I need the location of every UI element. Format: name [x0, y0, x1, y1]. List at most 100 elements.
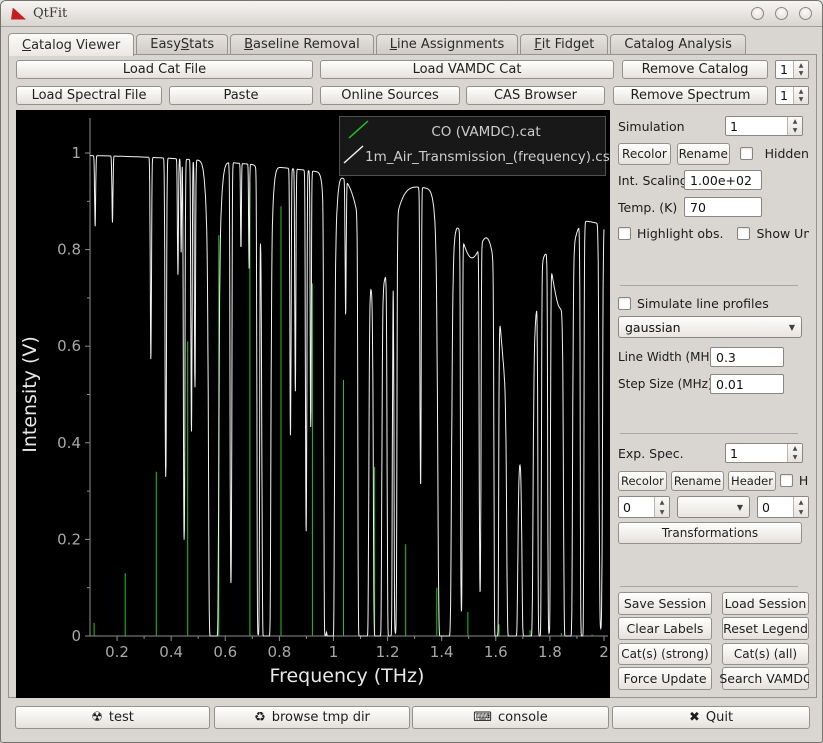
spin-down-button[interactable]: ▼ — [788, 453, 802, 462]
spin-down-button[interactable]: ▼ — [794, 70, 808, 79]
simulate-line-profiles-checkbox[interactable] — [618, 296, 631, 310]
titlebar[interactable]: QtFit — [1, 1, 822, 27]
browse-tmp-dir-button[interactable]: ♻ browse tmp dir — [214, 706, 410, 729]
svg-text:0: 0 — [71, 627, 81, 645]
save-session-button[interactable]: Save Session — [618, 592, 712, 615]
spin-down-button[interactable]: ▼ — [788, 126, 802, 135]
legend-co-label: CO (VAMDC).cat — [431, 124, 540, 140]
close-x-icon: ✖ — [688, 710, 700, 725]
tab-baseline-removal[interactable]: Baseline Removal — [230, 34, 374, 54]
cas-browser-button[interactable]: CAS Browser — [466, 86, 605, 105]
profile-type-dropdown[interactable]: gaussian ▼ — [618, 316, 802, 338]
spin-up-button[interactable]: ▲ — [794, 87, 808, 96]
simulation-panel: Simulation 1 ▲ ▼ Recolor Rename Hidden I… — [618, 110, 809, 698]
tab-catalog-analysis[interactable]: Catalog Analysis — [610, 34, 746, 54]
search-vamdc-button[interactable]: Search VAMDC — [719, 667, 809, 690]
hidden-spectrum-label: Hidden — [798, 473, 809, 488]
hidden-simulation-label: Hidden — [764, 146, 809, 161]
shift-spinner[interactable]: 0 ▲ ▼ — [618, 496, 670, 518]
spinner-value: 1 — [730, 445, 738, 461]
test-button-label: test — [108, 710, 134, 725]
recolor-spectrum-button[interactable]: Recolor — [618, 470, 667, 491]
hidden-spectrum-checkbox[interactable] — [779, 474, 793, 487]
paste-button[interactable]: Paste — [169, 86, 313, 105]
close-button[interactable] — [799, 7, 812, 20]
temperature-field[interactable]: 70 — [684, 197, 762, 217]
remove-spectrum-count-spinner[interactable]: 1 ▲ ▼ — [775, 86, 809, 105]
highlight-obs-checkbox[interactable] — [618, 226, 631, 240]
profile-type-row: gaussian ▼ — [618, 316, 809, 338]
tab-fit-fidget[interactable]: Fit Fidget — [520, 34, 609, 54]
spin-down-button[interactable]: ▼ — [794, 507, 808, 517]
show-unc-checkbox[interactable] — [737, 226, 751, 240]
exp-spec-index-spinner[interactable]: 1 ▲ ▼ — [725, 443, 803, 463]
console-button-label: console — [498, 710, 548, 725]
cats-row: Cat(s) (strong) Cat(s) (all) — [618, 642, 809, 665]
plot-canvas[interactable]: 0.2 0.4 0.6 0.8 1 1.2 1.4 1.6 1.8 2 0 0.2 0.4 0.6 0.8 1… — [16, 110, 618, 698]
spin-up-button[interactable]: ▲ — [788, 444, 802, 453]
cats-all-button[interactable]: Cat(s) (all) — [722, 642, 809, 665]
spin-up-button[interactable]: ▲ — [788, 117, 802, 126]
labels-row: Clear Labels Reset Legend — [618, 617, 809, 640]
shift2-spinner[interactable]: 0 ▲ ▼ — [757, 496, 809, 518]
load-cat-file-button[interactable]: Load Cat File — [16, 60, 313, 79]
spinner-value: 1 — [780, 62, 788, 77]
svg-text:0.4: 0.4 — [159, 643, 183, 661]
line-width-field[interactable]: 0.3 — [710, 347, 784, 367]
spectrum-plot[interactable]: 0.2 0.4 0.6 0.8 1 1.2 1.4 1.6 1.8 2 0 0.2 0.4 0.6 0.8 1… — [16, 110, 618, 698]
reset-legend-button[interactable]: Reset Legend — [722, 617, 809, 640]
minimize-button[interactable] — [751, 7, 764, 20]
load-vamdc-cat-button[interactable]: Load VAMDC Cat — [320, 60, 614, 79]
header-button[interactable]: Header — [728, 470, 776, 491]
console-button[interactable]: ⌨ console — [412, 706, 609, 729]
spin-down-button[interactable]: ▼ — [794, 96, 808, 105]
remove-catalog-button[interactable]: Remove Catalog — [622, 60, 768, 79]
simulate-line-profiles-label: Simulate line profiles — [637, 295, 769, 311]
svg-text:1.8: 1.8 — [538, 643, 562, 661]
app-logo-icon — [11, 7, 26, 20]
spin-up-button[interactable]: ▲ — [794, 497, 808, 507]
spin-up-button[interactable]: ▲ — [794, 61, 808, 70]
spin-down-button[interactable]: ▼ — [655, 507, 669, 517]
rename-spectrum-button[interactable]: Rename — [670, 470, 725, 491]
exp-spec-row: Exp. Spec. 1 ▲ ▼ — [618, 443, 809, 463]
online-sources-button[interactable]: Online Sources — [320, 86, 460, 105]
spinner-value: 0 — [623, 499, 631, 515]
remove-spectrum-button[interactable]: Remove Spectrum — [613, 86, 768, 105]
plot-legend[interactable]: CO (VAMDC).cat 1m_Air_Transmission_(frequ… — [339, 116, 618, 176]
svg-text:0.8: 0.8 — [267, 643, 291, 661]
simulation-actions-row: Recolor Rename Hidden — [618, 142, 809, 165]
svg-text:0.4: 0.4 — [57, 434, 81, 452]
step-size-field[interactable]: 0.01 — [710, 374, 784, 394]
recolor-simulation-button[interactable]: Recolor — [618, 142, 671, 165]
transformations-row: Transformations — [618, 521, 809, 544]
svg-text:1.6: 1.6 — [484, 643, 508, 661]
tab-bar: Catalog Viewer Easy Stats Baseline Remov… — [8, 32, 746, 56]
force-update-button[interactable]: Force Update — [618, 667, 712, 690]
svg-text:1: 1 — [71, 144, 81, 162]
hidden-simulation-checkbox[interactable] — [739, 147, 753, 160]
svg-text:0.6: 0.6 — [213, 643, 237, 661]
transformations-button[interactable]: Transformations — [618, 521, 802, 544]
window-title: QtFit — [33, 6, 68, 21]
transform-type-dropdown[interactable]: ▼ — [677, 496, 750, 518]
simulation-index-spinner[interactable]: 1 ▲ ▼ — [725, 116, 803, 136]
svg-text:1: 1 — [329, 643, 339, 661]
spin-up-button[interactable]: ▲ — [655, 497, 669, 507]
maximize-button[interactable] — [775, 7, 788, 20]
test-button[interactable]: ☢ test — [15, 706, 210, 729]
tab-easy-stats[interactable]: Easy Stats — [136, 34, 229, 54]
load-session-button[interactable]: Load Session — [722, 592, 809, 615]
window-controls — [751, 7, 812, 20]
clear-labels-button[interactable]: Clear Labels — [618, 617, 712, 640]
tab-catalog-viewer[interactable]: Catalog Viewer — [8, 33, 135, 56]
svg-text:1.4: 1.4 — [430, 643, 454, 661]
int-scaling-field[interactable]: 1.00e+02 — [684, 170, 762, 190]
remove-catalog-count-spinner[interactable]: 1 ▲ ▼ — [775, 60, 809, 79]
load-spectral-file-button[interactable]: Load Spectral File — [16, 86, 162, 105]
tab-line-assignments[interactable]: Line Assignments — [375, 34, 519, 54]
rename-simulation-button[interactable]: Rename — [676, 142, 730, 165]
svg-text:2: 2 — [599, 643, 609, 661]
cats-strong-button[interactable]: Cat(s) (strong) — [618, 642, 712, 665]
quit-button[interactable]: ✖ Quit — [612, 706, 810, 729]
